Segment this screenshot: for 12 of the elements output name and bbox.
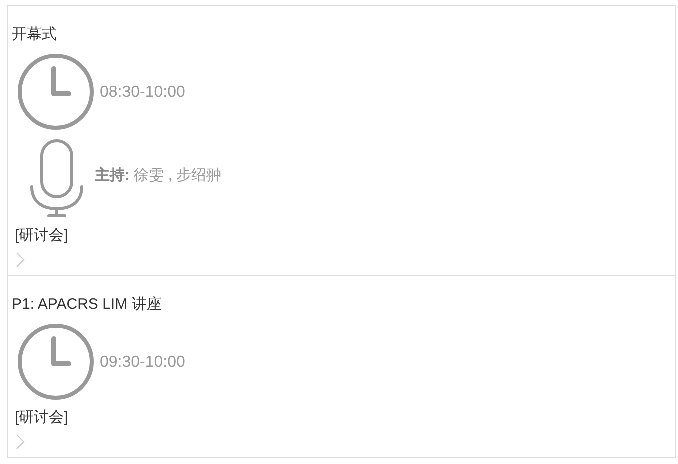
session-title: 开幕式 — [12, 26, 57, 43]
session-tag: [研讨会] — [15, 408, 68, 426]
session-time: 09:30-10:00 — [100, 352, 186, 372]
chevron-right-icon[interactable] — [16, 252, 25, 268]
chevron-right-icon[interactable] — [16, 434, 25, 450]
session-title: P1: APACRS LIM 讲座 — [12, 296, 162, 313]
session-time: 08:30-10:00 — [100, 82, 186, 102]
clock-icon — [17, 322, 95, 400]
microphone-icon — [30, 138, 84, 218]
session-host: 主持: 徐雯 , 步绍翀 — [95, 166, 222, 186]
clock-icon — [17, 52, 95, 130]
session-tag: [研讨会] — [15, 226, 68, 244]
